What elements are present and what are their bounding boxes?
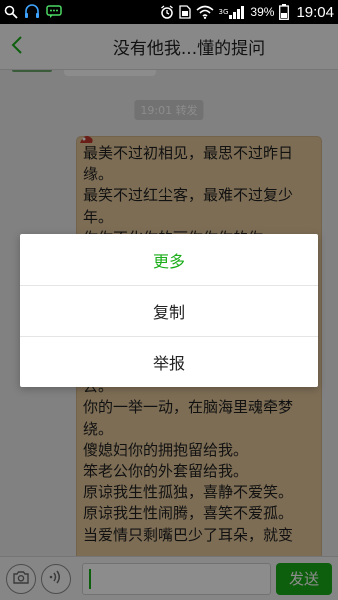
chat-notification-icon [46, 5, 62, 19]
context-menu: 更多 复制 举报 [20, 234, 318, 387]
status-time: 19:04 [296, 3, 334, 21]
battery-icon [279, 4, 290, 20]
menu-item-copy[interactable]: 复制 [20, 285, 318, 336]
headset-icon [23, 3, 41, 21]
status-bar: 3G 39% 19:04 [0, 0, 338, 24]
menu-item-more[interactable]: 更多 [20, 234, 318, 285]
wifi-icon [196, 5, 214, 19]
network-type-label: 3G [218, 8, 229, 16]
signal-icon: 3G [218, 5, 246, 19]
sim-icon [178, 5, 191, 19]
search-icon [4, 5, 18, 19]
menu-item-report[interactable]: 举报 [20, 336, 318, 387]
battery-percent: 39% [250, 5, 275, 19]
alarm-icon [160, 5, 174, 19]
